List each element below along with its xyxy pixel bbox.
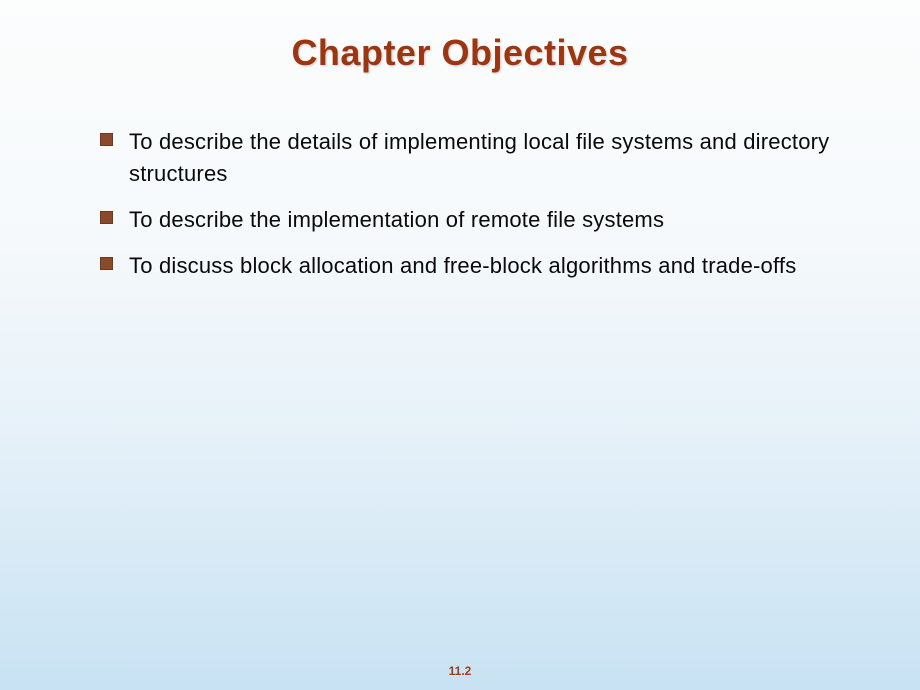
bullet-text: To describe the details of implementing … [129,126,830,190]
bullet-text: To describe the implementation of remote… [129,204,664,236]
content-area: To describe the details of implementing … [0,74,920,282]
bullet-text: To discuss block allocation and free-blo… [129,250,796,282]
bullet-square-icon [100,211,113,224]
slide-title: Chapter Objectives [0,0,920,74]
list-item: To describe the details of implementing … [100,126,830,190]
list-item: To discuss block allocation and free-blo… [100,250,830,282]
list-item: To describe the implementation of remote… [100,204,830,236]
bullet-square-icon [100,257,113,270]
bullet-square-icon [100,133,113,146]
page-number: 11.2 [449,664,472,678]
